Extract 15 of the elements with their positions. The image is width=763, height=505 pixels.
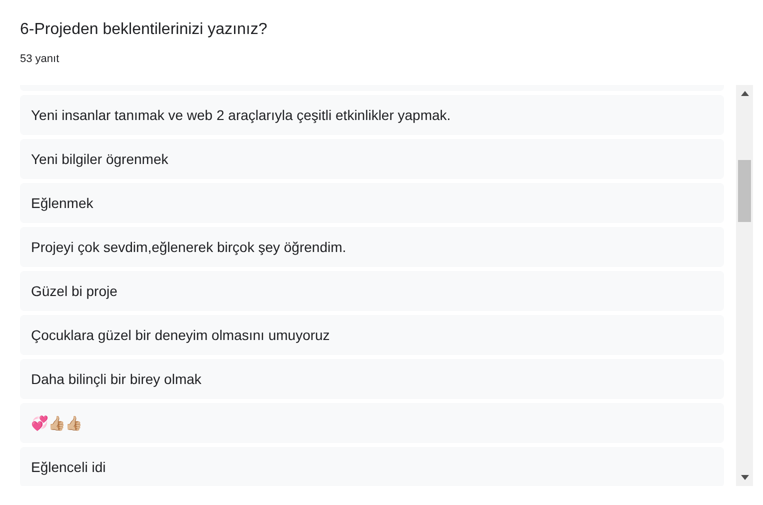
scroll-down-icon[interactable]	[740, 475, 748, 480]
scrollbar[interactable]	[736, 85, 753, 486]
response-text: Daha bilinçli bir birey olmak	[31, 371, 202, 387]
response-text: Projeyi çok sevdim,eğlenerek birçok şey öğrendim.	[31, 239, 346, 255]
response-text: Güzel bi proje	[31, 283, 118, 299]
response-text: Eğlenceli idi	[31, 459, 106, 475]
response-text: Eğlenmek	[31, 195, 94, 211]
response-text: Çocuklara güzel bir deneyim olmasını umuyoruz	[31, 327, 330, 343]
response-text: Yeni bilgiler ögrenmek	[31, 151, 168, 167]
response-count: 53 yanıt	[20, 52, 60, 66]
response-text: 💞👍🏼👍🏼	[31, 415, 82, 431]
scroll-thumb[interactable]	[738, 160, 751, 222]
response-text: Yeni insanlar tanımak ve web 2 araçlarıyla çeşitli etkinlikler yapmak.	[31, 107, 451, 123]
scroll-up-icon[interactable]	[740, 91, 748, 96]
question-title: 6-Projeden beklentilerinizi yazınız?	[20, 20, 268, 40]
